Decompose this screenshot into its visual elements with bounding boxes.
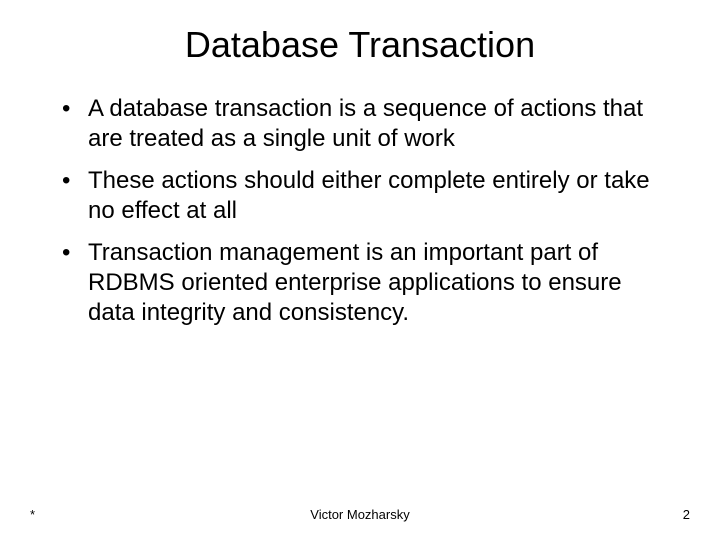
bullet-item: A database transaction is a sequence of … [48,94,672,154]
slide-container: Database Transaction A database transact… [0,0,720,540]
footer-author: Victor Mozharsky [310,507,409,522]
bullet-item: These actions should either complete ent… [48,166,672,226]
bullet-item: Transaction management is an important p… [48,238,672,328]
footer-left: * [30,507,35,522]
footer-page-number: 2 [683,507,690,522]
slide-title: Database Transaction [48,24,672,66]
slide-footer: * Victor Mozharsky 2 [0,507,720,522]
slide-content: A database transaction is a sequence of … [48,94,672,540]
bullet-list: A database transaction is a sequence of … [48,94,672,328]
